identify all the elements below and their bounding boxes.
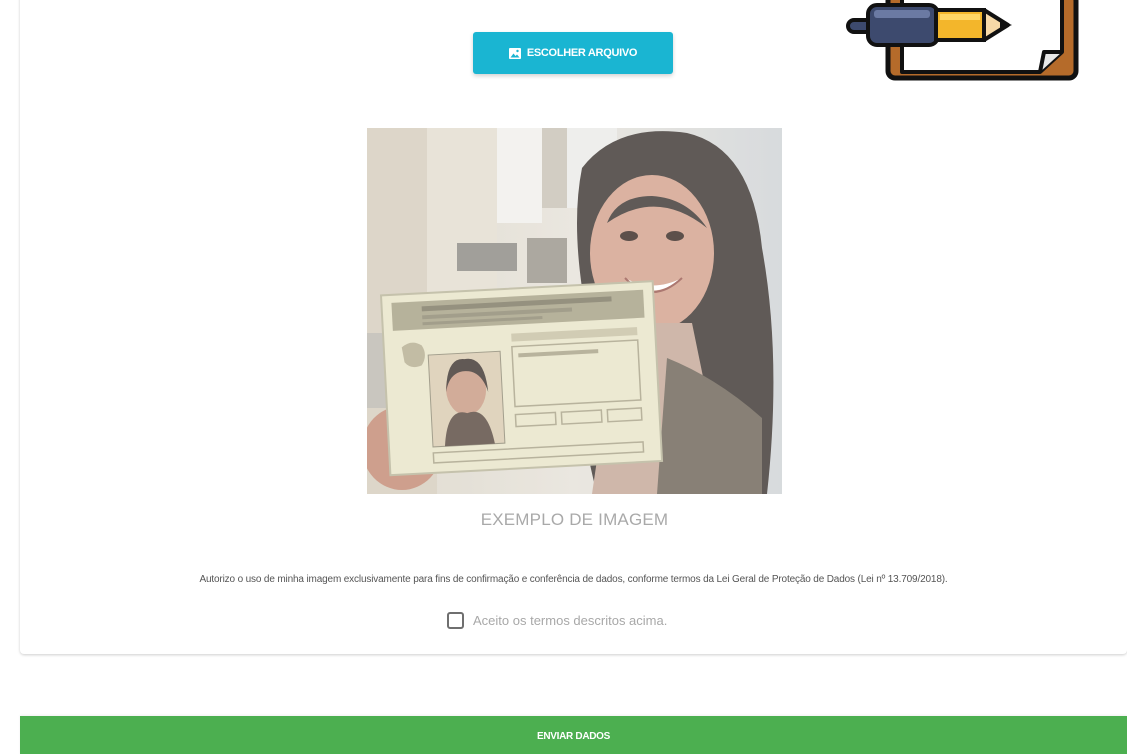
example-caption: EXEMPLO DE IMAGEM bbox=[480, 510, 669, 529]
accept-terms-label: Aceito os termos descritos acima. bbox=[473, 612, 668, 628]
clipboard-pen-icon bbox=[846, 0, 1079, 81]
page: ESCOLHER ARQUIVO EXEMPLO DE IMAGEM Autor… bbox=[0, 0, 1127, 754]
choose-file-label: ESCOLHER ARQUIVO bbox=[526, 47, 638, 59]
accept-terms-checkbox[interactable] bbox=[447, 611, 464, 629]
submit-button[interactable]: ENVIAR DADOS bbox=[20, 716, 1127, 754]
consent-text: Autorizo o uso de minha imagem exclusiva… bbox=[199, 574, 948, 585]
example-photo bbox=[367, 128, 782, 494]
example-photo-illustration bbox=[367, 128, 782, 494]
submit-label: ENVIAR DADOS bbox=[536, 730, 611, 742]
accept-terms-row[interactable]: Aceito os termos descritos acima. bbox=[447, 609, 667, 631]
image-icon bbox=[508, 47, 521, 59]
choose-file-button[interactable]: ESCOLHER ARQUIVO bbox=[473, 32, 673, 74]
